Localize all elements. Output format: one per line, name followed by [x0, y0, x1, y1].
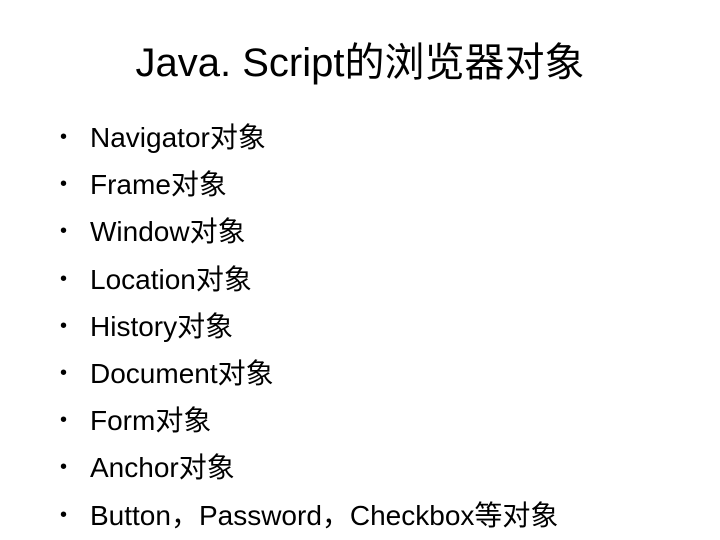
list-item-label: Window对象: [90, 212, 680, 251]
bullet-icon: •: [60, 448, 90, 486]
list-item: • Button，Password，Checkbox等对象: [60, 496, 680, 535]
slide-title: Java. Script的浏览器对象: [40, 30, 680, 88]
slide: Java. Script的浏览器对象 • Navigator对象 • Frame…: [0, 0, 720, 540]
list-item: • Location对象: [60, 260, 680, 299]
list-item-label: Button，Password，Checkbox等对象: [90, 496, 680, 535]
bullet-icon: •: [60, 260, 90, 298]
bullet-icon: •: [60, 307, 90, 345]
list-item: • History对象: [60, 307, 680, 346]
list-item-label: Frame对象: [90, 165, 680, 204]
list-item-label: Location对象: [90, 260, 680, 299]
list-item: • Anchor对象: [60, 448, 680, 487]
bullet-icon: •: [60, 354, 90, 392]
list-item: • Navigator对象: [60, 118, 680, 157]
list-item-label: Document对象: [90, 354, 680, 393]
bullet-icon: •: [60, 118, 90, 156]
list-item: • Form对象: [60, 401, 680, 440]
bullet-icon: •: [60, 212, 90, 250]
list-item: • Frame对象: [60, 165, 680, 204]
bullet-list: • Navigator对象 • Frame对象 • Window对象 • Loc…: [40, 118, 680, 535]
list-item-label: Form对象: [90, 401, 680, 440]
list-item-label: Navigator对象: [90, 118, 680, 157]
bullet-icon: •: [60, 401, 90, 439]
list-item: • Window对象: [60, 212, 680, 251]
list-item-label: Anchor对象: [90, 448, 680, 487]
list-item: • Document对象: [60, 354, 680, 393]
bullet-icon: •: [60, 165, 90, 203]
list-item-label: History对象: [90, 307, 680, 346]
bullet-icon: •: [60, 496, 90, 534]
